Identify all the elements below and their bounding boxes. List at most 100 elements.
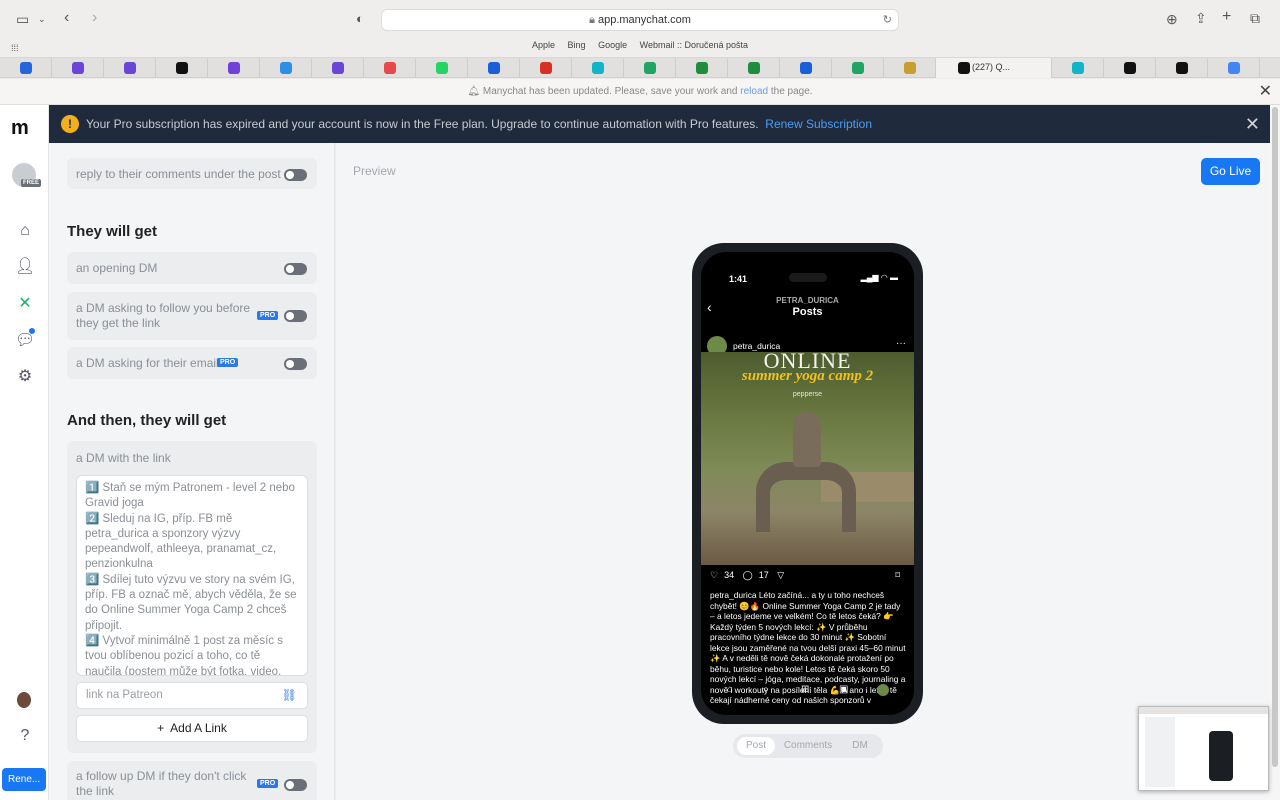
screenshot-thumbnail[interactable] (1138, 706, 1269, 791)
favicon-icon (799, 62, 812, 74)
browser-tab[interactable] (0, 58, 52, 78)
automation-icon[interactable]: ✕ (15, 294, 35, 314)
shield-icon[interactable]: ◐ (356, 9, 364, 29)
add-link-button[interactable]: + Add A Link (76, 715, 308, 742)
more-icon[interactable]: ··· (896, 338, 906, 349)
browser-tab[interactable] (884, 58, 936, 78)
toggle[interactable] (284, 169, 307, 181)
photo-figure-legs (756, 462, 856, 532)
browser-tab[interactable] (780, 58, 832, 78)
message-textarea[interactable]: 1️⃣ Staň se mým Patronem - level 2 nebo … (76, 475, 308, 676)
favorite-google[interactable]: Google (598, 40, 627, 50)
scrollbar[interactable] (1270, 105, 1280, 800)
forward-icon[interactable]: › (92, 8, 97, 28)
browser-tab[interactable] (52, 58, 104, 78)
favicon-icon (435, 62, 448, 74)
favicon-icon (643, 62, 656, 74)
toggle[interactable] (284, 310, 307, 322)
search-icon[interactable]: ⌕ (763, 684, 769, 695)
address-bar[interactable]: 🔒︎ app.manychat.com ↻ (381, 9, 899, 31)
warning-icon: ! (61, 115, 79, 133)
browser-tab[interactable] (364, 58, 416, 78)
browser-toolbar: ▭ ⌄ ‹ › ◐ 🔒︎ app.manychat.com ↻ ⊕ ⇪ + ⧉ … (0, 0, 1280, 58)
link-input[interactable]: link na Patreon ⛓ (76, 682, 308, 709)
post-actions: ♡ 34 ◯ 17 ▽ ⌑ (710, 570, 906, 581)
account-avatar[interactable] (17, 692, 31, 708)
share-icon[interactable]: ⇪ (1195, 8, 1207, 28)
favicon-icon (487, 62, 500, 74)
contacts-icon[interactable]: 👤︎ (15, 257, 35, 277)
close-icon[interactable]: ✕ (1245, 105, 1260, 143)
help-icon[interactable]: ? (15, 726, 35, 746)
heart-icon[interactable]: ♡ (710, 570, 718, 580)
tab-dm[interactable]: DM (843, 737, 877, 755)
toggle[interactable] (284, 358, 307, 370)
tab-title: (227) Q... (972, 62, 1011, 72)
home-icon[interactable]: ⌂ (727, 684, 733, 695)
home-icon[interactable]: ⌂ (15, 221, 35, 241)
favicon-icon (1071, 62, 1084, 74)
browser-tab[interactable] (1260, 58, 1280, 78)
browser-tab[interactable] (260, 58, 312, 78)
browser-tab[interactable] (572, 58, 624, 78)
browser-tab[interactable] (1104, 58, 1156, 78)
preview-area: Preview Go Live 1:41 ▂▄▆ ◠ ▬ ‹ PETRA_DUR… (336, 143, 1270, 800)
new-tab-icon[interactable]: + (1222, 7, 1231, 27)
browser-tab[interactable] (104, 58, 156, 78)
browser-tab[interactable] (1156, 58, 1208, 78)
close-icon[interactable]: ✕ (1259, 79, 1272, 105)
browser-tab[interactable] (1052, 58, 1104, 78)
profile-icon[interactable] (877, 684, 889, 696)
go-live-button[interactable]: Go Live (1201, 158, 1260, 185)
send-icon[interactable]: ▽ (777, 570, 784, 580)
toggle[interactable] (284, 779, 307, 791)
reload-link[interactable]: reload (740, 86, 768, 97)
bookmark-icon[interactable]: ⌑ (895, 570, 900, 581)
favicon-icon (1175, 62, 1188, 74)
comment-icon[interactable]: ◯ (743, 570, 753, 580)
browser-tab[interactable] (520, 58, 572, 78)
browser-tab[interactable] (208, 58, 260, 78)
browser-tab[interactable] (312, 58, 364, 78)
reels-icon[interactable]: ▣ (839, 684, 848, 695)
download-icon[interactable]: ⊕ (1166, 9, 1178, 29)
app-sidebar: m FREE ⌂ 👤︎ ✕ 💬︎ ⚙ ? Rene... (0, 105, 49, 800)
browser-tab[interactable] (676, 58, 728, 78)
tab-overview-icon[interactable]: ⧉ (1250, 8, 1260, 28)
create-icon[interactable]: ⊞ (801, 684, 809, 695)
dm-link-card: a DM with the link 1️⃣ Staň se mým Patro… (67, 441, 317, 753)
favorite-bing[interactable]: Bing (568, 40, 586, 50)
favicon-icon (1123, 62, 1136, 74)
option-label: a DM asking for their email (76, 356, 219, 370)
tab-post[interactable]: Post (737, 737, 775, 755)
pro-badge: PRO (257, 779, 279, 788)
favorite-apple[interactable]: Apple (532, 40, 555, 50)
lock-icon: 🔒︎ (589, 14, 598, 26)
chevron-down-icon[interactable]: ⌄ (38, 9, 46, 29)
favorite-webmail[interactable]: Webmail :: Doručená pošta (640, 40, 748, 50)
favicon-icon (227, 62, 240, 74)
browser-tab[interactable] (156, 58, 208, 78)
sidebar-toggle-icon[interactable]: ▭ (16, 9, 29, 29)
browser-tab[interactable] (468, 58, 520, 78)
toggle[interactable] (284, 263, 307, 275)
chat-icon[interactable]: 💬︎ (15, 331, 35, 351)
option-card: a DM asking for their email PRO (67, 347, 317, 379)
browser-tab[interactable]: (227) Q... (936, 58, 1052, 78)
section-heading: They will get (67, 223, 158, 240)
browser-tab[interactable] (1208, 58, 1260, 78)
status-time: 1:41 (729, 274, 748, 284)
back-icon[interactable]: ‹ (64, 8, 69, 28)
scrollbar-thumb[interactable] (1272, 107, 1278, 767)
browser-tab[interactable] (832, 58, 884, 78)
browser-tab[interactable] (416, 58, 468, 78)
reload-icon[interactable]: ↻ (883, 10, 892, 30)
browser-tab[interactable] (624, 58, 676, 78)
renew-button[interactable]: Rene... (2, 768, 46, 791)
tab-comments[interactable]: Comments (778, 737, 838, 755)
browser-tab[interactable] (728, 58, 780, 78)
settings-icon[interactable]: ⚙ (15, 367, 35, 387)
manychat-logo[interactable]: m (11, 117, 29, 140)
profile-username: PETRA_DURICA (776, 296, 839, 305)
renew-subscription-link[interactable]: Renew Subscription (765, 117, 872, 131)
